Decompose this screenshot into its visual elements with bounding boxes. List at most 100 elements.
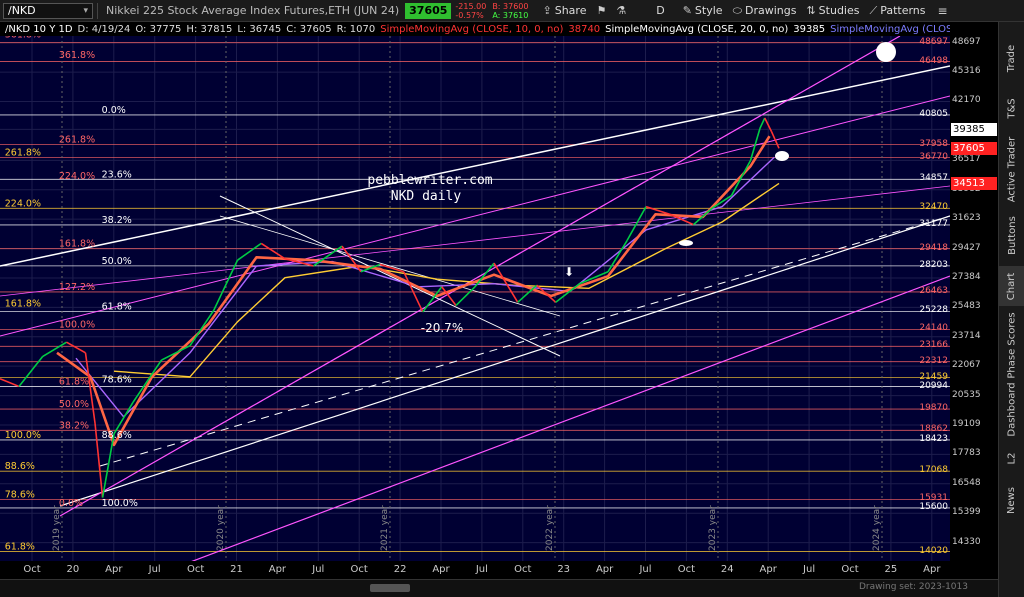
studies-icon: ⇅ bbox=[806, 4, 816, 17]
time-tick-label: Apr bbox=[759, 564, 777, 575]
year-label: 2023 year bbox=[708, 505, 718, 551]
side-tab-label: Active Trader bbox=[1006, 136, 1018, 202]
price-tick-label: 25483 bbox=[952, 301, 981, 312]
side-tab-news[interactable]: News bbox=[999, 482, 1024, 518]
bid-ask: B: 37600 A: 37610 bbox=[492, 2, 528, 20]
side-tab-label: Dashboard bbox=[1006, 381, 1018, 437]
flask-icon: ⚗ bbox=[616, 4, 627, 17]
price-tick-label: 29427 bbox=[952, 242, 981, 253]
time-tick-label: 21 bbox=[230, 564, 243, 575]
flag-button[interactable]: ⚑ bbox=[596, 4, 606, 17]
fib-label: 61.8% bbox=[102, 301, 132, 312]
level-price-label: 14020 bbox=[919, 545, 948, 556]
fib-label: 224.0% bbox=[5, 198, 41, 209]
drawings-button[interactable]: ⬭ Drawings bbox=[733, 4, 797, 18]
level-price-label: 18862 bbox=[919, 424, 948, 435]
time-tick-label: Oct bbox=[350, 564, 368, 575]
time-tick-label: Apr bbox=[432, 564, 450, 575]
fib-label: 38.2% bbox=[102, 215, 132, 226]
price-tick-label: 19109 bbox=[952, 419, 981, 429]
instrument-description: Nikkei 225 Stock Average Index Futures,E… bbox=[106, 4, 400, 17]
price-tick-label: 36517 bbox=[952, 154, 981, 165]
arrow-marker: ⬇ bbox=[564, 265, 574, 279]
timeframe-button[interactable]: D bbox=[656, 4, 664, 17]
time-tick-label: Oct bbox=[677, 564, 696, 575]
time-tick-label: Oct bbox=[514, 564, 532, 575]
side-tab-phase-scores[interactable]: Phase Scores bbox=[999, 311, 1024, 379]
share-button[interactable]: ⇪ Share bbox=[543, 4, 587, 17]
chart-plot-area[interactable]: 2019 year 2020 year 2021 year 2022 year 2023… bbox=[0, 36, 950, 561]
patterns-icon: ⟋ bbox=[869, 3, 878, 17]
time-tick-label: Apr bbox=[595, 564, 614, 575]
sma20-label[interactable]: SimpleMovingAvg (CLOSE, 20, 0, no) bbox=[605, 24, 788, 35]
bid-price: B: 37600 bbox=[492, 1, 529, 11]
fib-label: 361.8% bbox=[5, 36, 41, 40]
chart-subtitle: NKD daily bbox=[391, 189, 462, 204]
bar-close: C: 37605 bbox=[286, 23, 332, 35]
price-tick-label: 20535 bbox=[952, 389, 981, 400]
price-axis[interactable]: 4869745316421703938536517339823162329427… bbox=[919, 36, 998, 561]
sma50-label[interactable]: SimpleMovingAvg (CLOSE, 50, 0, no) bbox=[830, 24, 950, 35]
side-tab-label: Trade bbox=[1006, 44, 1018, 72]
side-tab-trade[interactable]: Trade bbox=[999, 36, 1024, 80]
patterns-button[interactable]: ⟋ Patterns bbox=[869, 4, 925, 18]
fib-label: 261.8% bbox=[59, 135, 95, 146]
year-label: 2020 year bbox=[216, 505, 226, 551]
bar-high: H: 37815 bbox=[186, 23, 233, 35]
time-axis[interactable]: Oct 20 Apr Jul Oct 21 Apr Jul Oct 22 Apr Jul Oct 23 Ap… bbox=[0, 561, 950, 579]
target-marker bbox=[679, 240, 693, 246]
fib-label: 50.0% bbox=[102, 256, 132, 267]
price-tick-label: 16548 bbox=[952, 477, 981, 488]
sma10-label[interactable]: SimpleMovingAvg (CLOSE, 10, 0, no) bbox=[380, 24, 563, 35]
price-tick-label: 22067 bbox=[952, 360, 981, 371]
sma20-value: 39385 bbox=[793, 23, 826, 35]
time-tick-label: Jul bbox=[312, 564, 325, 575]
level-price-label: 40805 bbox=[919, 108, 948, 119]
target-marker bbox=[775, 151, 789, 161]
side-tab-label: Phase Scores bbox=[1006, 311, 1018, 379]
side-tab-label: Buttons bbox=[1006, 215, 1018, 255]
time-tick-label: Apr bbox=[923, 564, 941, 575]
time-tick-label: Oct bbox=[23, 564, 41, 575]
time-tick-label: Jul bbox=[148, 564, 161, 575]
fib-label: 100.0% bbox=[102, 498, 138, 509]
change-value: -215.00 bbox=[455, 1, 487, 11]
style-button[interactable]: ✎ Style bbox=[683, 4, 723, 17]
side-tab-label: T&S bbox=[1006, 97, 1018, 119]
side-tab-label: News bbox=[1006, 486, 1018, 514]
bar-open: O: 37775 bbox=[135, 23, 182, 35]
side-tab-buttons[interactable]: Buttons bbox=[999, 212, 1024, 258]
year-label: 2022 year bbox=[545, 505, 555, 551]
style-label: Style bbox=[694, 4, 723, 17]
chart-name: /NKD 10 Y 1D bbox=[5, 23, 73, 35]
fib-label: 261.8% bbox=[5, 148, 41, 159]
side-tab-dashboard[interactable]: Dashboard bbox=[999, 381, 1024, 437]
share-icon: ⇪ bbox=[542, 4, 552, 17]
menu-icon[interactable]: ≡ bbox=[938, 4, 948, 18]
chart-annotation: -20.7% bbox=[421, 321, 463, 335]
level-price-label: 48697 bbox=[919, 36, 948, 47]
level-price-label: 20994 bbox=[919, 380, 948, 391]
level-price-label: 19870 bbox=[919, 403, 948, 414]
level-price-label: 23166 bbox=[919, 340, 948, 351]
side-tab-l2[interactable]: L2 bbox=[999, 442, 1024, 474]
side-tab-t-s[interactable]: T&S bbox=[999, 90, 1024, 126]
fib-label: 161.8% bbox=[5, 299, 41, 310]
bar-low: L: 36745 bbox=[237, 23, 282, 35]
price-box-label: 34513 bbox=[951, 177, 997, 191]
side-tab-active-trader[interactable]: Active Trader bbox=[999, 134, 1024, 204]
price-tick-label: 23714 bbox=[952, 330, 981, 341]
flask-button[interactable]: ⚗ bbox=[616, 4, 626, 17]
level-price-label: 31177 bbox=[919, 218, 948, 229]
time-tick-label: Apr bbox=[105, 564, 123, 575]
studies-button[interactable]: ⇅ Studies bbox=[806, 4, 859, 17]
symbol-selector[interactable]: /NKD ▾ bbox=[3, 2, 93, 19]
time-tick-label: Oct bbox=[841, 564, 859, 575]
horizontal-scrollbar[interactable] bbox=[370, 584, 410, 592]
drawing-set-label: Drawing set: 2023-1013 bbox=[859, 582, 968, 592]
studies-label: Studies bbox=[818, 4, 860, 17]
level-price-label: 22312 bbox=[919, 355, 948, 366]
level-price-label: 46498 bbox=[919, 55, 948, 66]
side-tab-chart[interactable]: Chart bbox=[999, 266, 1024, 306]
ask-price: A: 37610 bbox=[492, 10, 529, 20]
